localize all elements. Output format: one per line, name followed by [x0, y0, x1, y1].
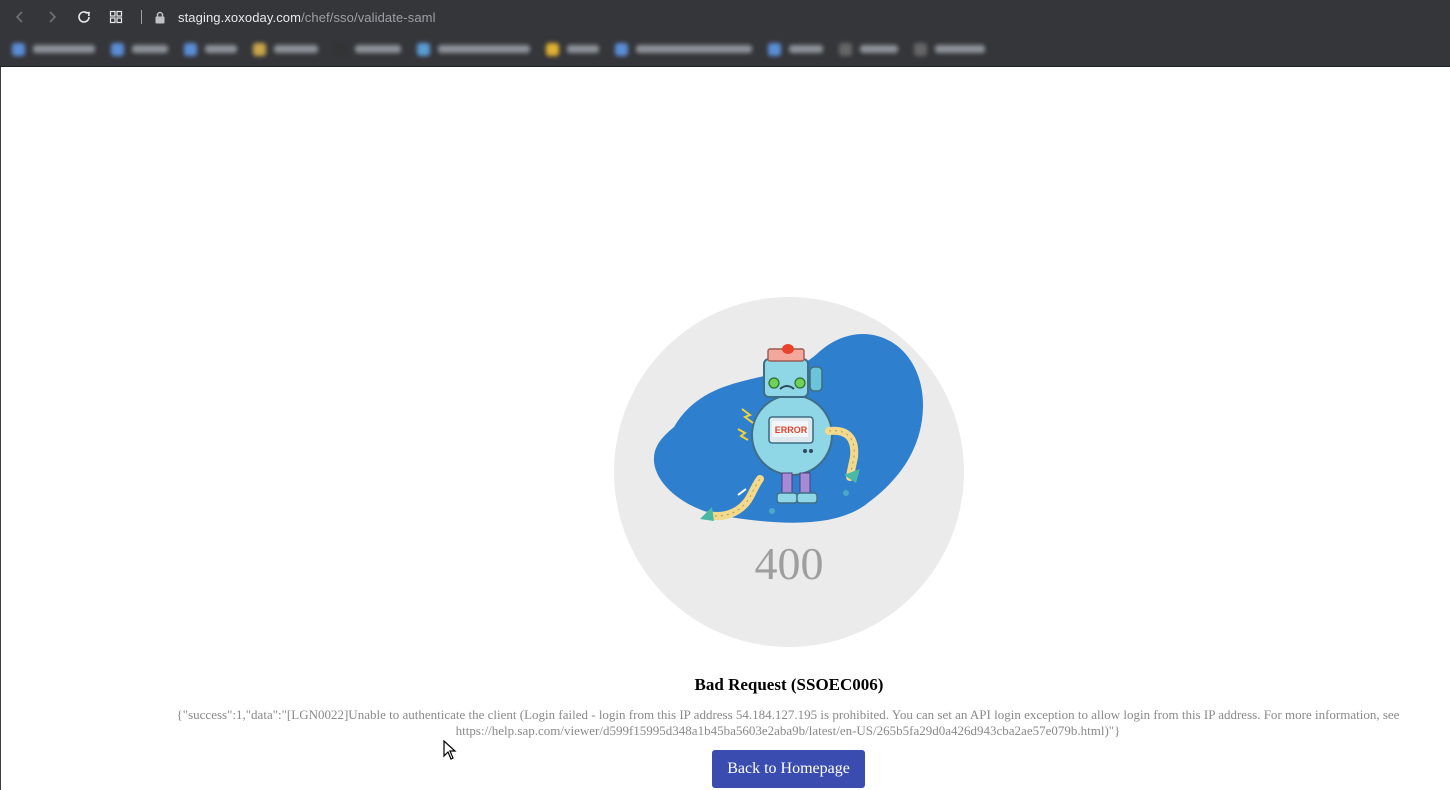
url-path: /chef/sso/validate-saml: [301, 9, 436, 25]
address-bar[interactable]: staging.xoxoday.com/chef/sso/validate-sa…: [178, 10, 436, 25]
bookmarks-bar: [0, 37, 1450, 61]
bookmark-item[interactable]: [417, 42, 530, 56]
error-title: Bad Request (SSOEC006): [694, 675, 884, 694]
bookmark-item[interactable]: [839, 42, 898, 56]
url-host: staging.xoxoday.com: [178, 9, 302, 25]
apps-icon[interactable]: [105, 6, 127, 28]
bookmark-item[interactable]: [334, 42, 401, 56]
error-code: 400: [754, 538, 824, 589]
bookmark-item[interactable]: [12, 42, 95, 56]
back-to-homepage-button[interactable]: Back to Homepage: [712, 750, 865, 788]
mouse-cursor-icon: [443, 739, 457, 765]
error-illustration: ERROR 400: [614, 297, 964, 647]
svg-text:ERROR: ERROR: [775, 425, 808, 435]
bookmark-item[interactable]: [615, 42, 752, 56]
forward-icon[interactable]: [41, 6, 63, 28]
bookmark-item[interactable]: [768, 42, 823, 56]
bookmark-item[interactable]: [184, 42, 237, 56]
browser-chrome: staging.xoxoday.com/chef/sso/validate-sa…: [0, 0, 1450, 67]
back-icon[interactable]: [9, 6, 31, 28]
bookmark-item[interactable]: [253, 42, 318, 56]
reload-icon[interactable]: [73, 6, 95, 28]
robot-error-illustration: ERROR: [653, 333, 924, 523]
error-message: {"success":1,"data":"[LGN0022]Unable to …: [176, 707, 1400, 738]
bookmark-item[interactable]: [914, 42, 985, 56]
browser-toolbar: staging.xoxoday.com/chef/sso/validate-sa…: [0, 0, 1450, 34]
bookmark-item[interactable]: [111, 42, 168, 56]
toolbar-separator: [141, 10, 142, 24]
lock-icon[interactable]: [154, 11, 166, 24]
bookmark-item[interactable]: [546, 42, 599, 56]
